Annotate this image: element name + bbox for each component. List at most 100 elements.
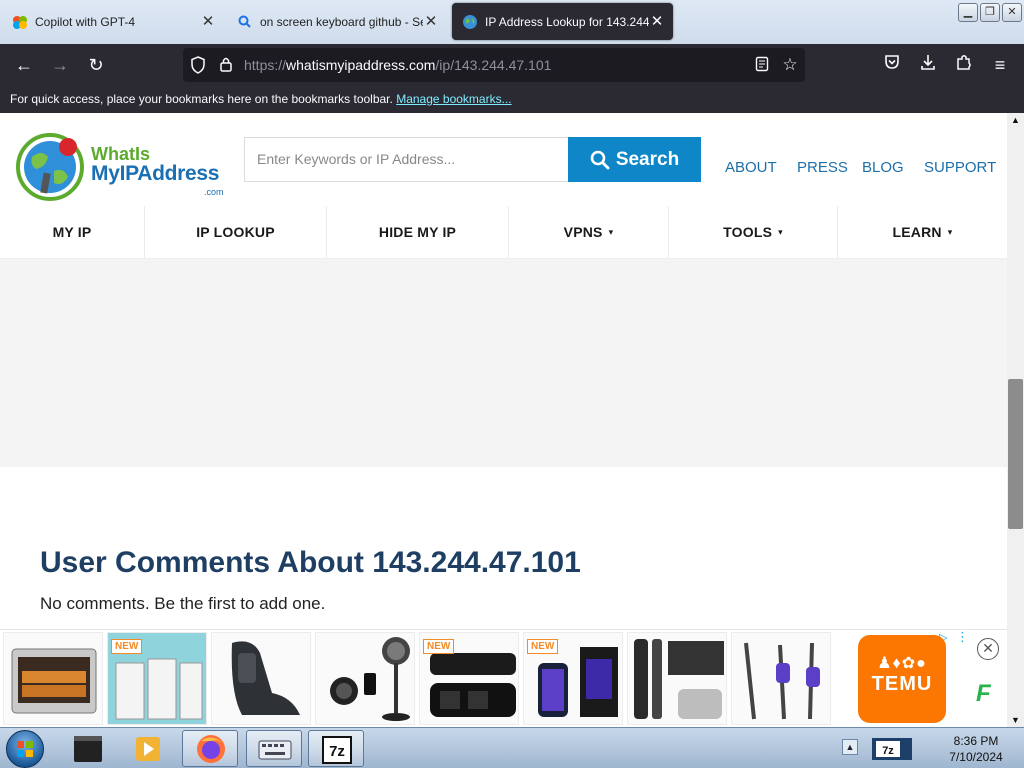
nav-tools[interactable]: TOOLS ▾	[669, 206, 838, 258]
comments-heading: User Comments About 143.244.47.101	[40, 546, 581, 579]
url-host: whatismyipaddress.com	[286, 57, 436, 73]
ad-product-massage-chair[interactable]	[211, 632, 311, 725]
reader-view-icon[interactable]	[753, 56, 771, 74]
tray-7zip-icon[interactable]: 7z	[866, 730, 922, 767]
bookmarks-message: For quick access, place your bookmarks h…	[10, 92, 393, 106]
nav-learn[interactable]: LEARN ▾	[838, 206, 1007, 258]
forward-icon[interactable]: →	[48, 53, 72, 77]
chevron-down-icon: ▾	[947, 226, 953, 237]
freestar-icon[interactable]: F	[976, 682, 1000, 706]
tab-ip-lookup[interactable]: IP Address Lookup for 143.244.4 ✕	[452, 3, 673, 40]
new-badge: NEW	[111, 639, 143, 654]
empty-ad-area	[0, 259, 1007, 467]
search-icon	[237, 14, 253, 30]
nav-my-ip[interactable]: MY IP	[0, 206, 145, 258]
nav-label: HIDE MY IP	[378, 224, 457, 240]
ad-product-bug-zapper[interactable]: NEW	[523, 632, 623, 725]
svg-text:7z: 7z	[329, 743, 345, 760]
browser-tab-strip: Copilot with GPT-4 ✕ on screen keyboard …	[0, 0, 1024, 44]
support-link[interactable]: SUPPORT	[924, 159, 996, 176]
system-clock[interactable]: 8:36 PM 7/10/2024	[936, 733, 1016, 765]
temu-glyphs-icon: ♟♦✿●	[877, 655, 927, 672]
extensions-icon[interactable]	[952, 53, 976, 77]
ad-product-hair-clipper-kit[interactable]	[627, 632, 727, 725]
ad-banner[interactable]: NEW NEW NEW ▷ ⋮ ♟♦✿● TEMU ✕ F	[0, 629, 1007, 727]
ad-product-air-fryer-oven[interactable]	[3, 632, 103, 725]
new-badge: NEW	[527, 639, 559, 654]
page-scrollbar[interactable]: ▲ ▼	[1007, 113, 1024, 727]
close-tab-icon[interactable]: ✕	[200, 13, 216, 30]
tab-search[interactable]: on screen keyboard github - Se ✕	[227, 3, 447, 40]
url-text: https://whatismyipaddress.com/ip/143.244…	[244, 57, 551, 73]
main-navigation: MY IP IP LOOKUP HIDE MY IP VPNS ▾ TOOLS ▾ …	[0, 206, 1007, 259]
site-search-input[interactable]: Enter Keywords or IP Address...	[244, 137, 570, 182]
taskbar-app-on-screen-keyboard[interactable]	[246, 730, 302, 767]
press-link[interactable]: PRESS	[797, 159, 848, 176]
taskbar-app-media-player[interactable]	[120, 730, 176, 767]
download-icon[interactable]	[916, 53, 940, 77]
blog-link[interactable]: BLOG	[862, 159, 904, 176]
nav-label: VPNS	[563, 224, 603, 240]
svg-text:7z: 7z	[882, 745, 894, 757]
bookmark-star-icon[interactable]: ☆	[781, 56, 799, 74]
address-bar[interactable]: https://whatismyipaddress.com/ip/143.244…	[183, 48, 805, 82]
tab-title: IP Address Lookup for 143.244.4	[485, 14, 649, 29]
nav-ip-lookup[interactable]: IP LOOKUP	[145, 206, 327, 258]
window-controls: ▁ ❐ ✕	[958, 3, 1022, 22]
tab-title: Copilot with GPT-4	[35, 14, 136, 29]
nav-vpns[interactable]: VPNS ▾	[509, 206, 669, 258]
back-icon[interactable]: ←	[12, 53, 36, 77]
taskbar-app-7zip[interactable]: 7z	[308, 730, 364, 767]
ad-product-stick-vacuum[interactable]	[731, 632, 831, 725]
taskbar-app-terminal[interactable]	[60, 730, 116, 767]
windows-taskbar: 7z ▲ 7z 8:36 PM 7/10/2024	[0, 727, 1024, 768]
tab-title: on screen keyboard github - Se	[260, 14, 423, 29]
nav-hide-my-ip[interactable]: HIDE MY IP	[327, 206, 509, 258]
ad-product-sound-bar[interactable]: NEW	[419, 632, 519, 725]
browser-navbar: ← → ↻ https://whatismyipaddress.com/ip/1…	[0, 44, 1024, 86]
chevron-down-icon: ▾	[608, 226, 614, 237]
menu-icon[interactable]: ≡	[988, 53, 1012, 77]
scroll-up-icon[interactable]: ▲	[1007, 113, 1024, 127]
minimize-icon[interactable]: ▁	[958, 3, 978, 22]
taskbar-app-firefox[interactable]	[182, 730, 238, 767]
temu-name: TEMU	[871, 673, 933, 695]
nav-label: TOOLS	[723, 224, 773, 240]
more-options-icon[interactable]: ⋮	[956, 630, 969, 643]
reload-icon[interactable]: ↻	[84, 53, 108, 77]
close-window-icon[interactable]: ✕	[1002, 3, 1022, 22]
globe-icon	[462, 14, 478, 30]
globe-logo-icon	[16, 133, 84, 201]
lock-icon[interactable]	[217, 56, 235, 74]
bookmarks-toolbar: For quick access, place your bookmarks h…	[0, 86, 1024, 113]
temu-logo[interactable]: ♟♦✿● TEMU	[858, 635, 946, 723]
url-path: /ip/143.244.47.101	[435, 57, 552, 73]
nav-label: IP LOOKUP	[196, 224, 275, 240]
manage-bookmarks-link[interactable]: Manage bookmarks...	[396, 92, 511, 106]
scroll-thumb[interactable]	[1008, 379, 1023, 529]
shield-icon[interactable]	[189, 56, 207, 74]
chevron-down-icon: ▾	[778, 226, 783, 237]
site-logo[interactable]: WhatIs MyIPAddress .com	[16, 131, 226, 201]
search-button-label: Search	[615, 148, 680, 170]
url-scheme: https://	[244, 57, 287, 73]
nav-label: MY IP	[52, 224, 92, 240]
scroll-down-icon[interactable]: ▼	[1007, 713, 1024, 727]
windows-logo-icon	[17, 741, 33, 757]
close-tab-icon[interactable]: ✕	[649, 13, 665, 30]
show-hidden-icons-icon[interactable]: ▲	[842, 739, 858, 755]
search-icon	[590, 150, 610, 169]
search-button[interactable]: Search	[568, 137, 701, 182]
start-button[interactable]	[6, 730, 44, 768]
logo-wordmark: WhatIs MyIPAddress	[91, 145, 219, 185]
close-tab-icon[interactable]: ✕	[423, 13, 439, 30]
pocket-icon[interactable]	[880, 53, 904, 77]
tab-copilot[interactable]: Copilot with GPT-4 ✕	[2, 3, 224, 40]
close-ad-icon[interactable]: ✕	[977, 638, 999, 660]
logo-domain-suffix: .com	[204, 187, 224, 197]
ad-product-air-conditioner[interactable]: NEW	[107, 632, 207, 725]
ad-product-desk-fan[interactable]	[315, 632, 415, 725]
screen: Copilot with GPT-4 ✕ on screen keyboard …	[0, 0, 1024, 768]
restore-icon[interactable]: ❐	[980, 3, 1000, 22]
about-link[interactable]: ABOUT	[725, 159, 777, 176]
